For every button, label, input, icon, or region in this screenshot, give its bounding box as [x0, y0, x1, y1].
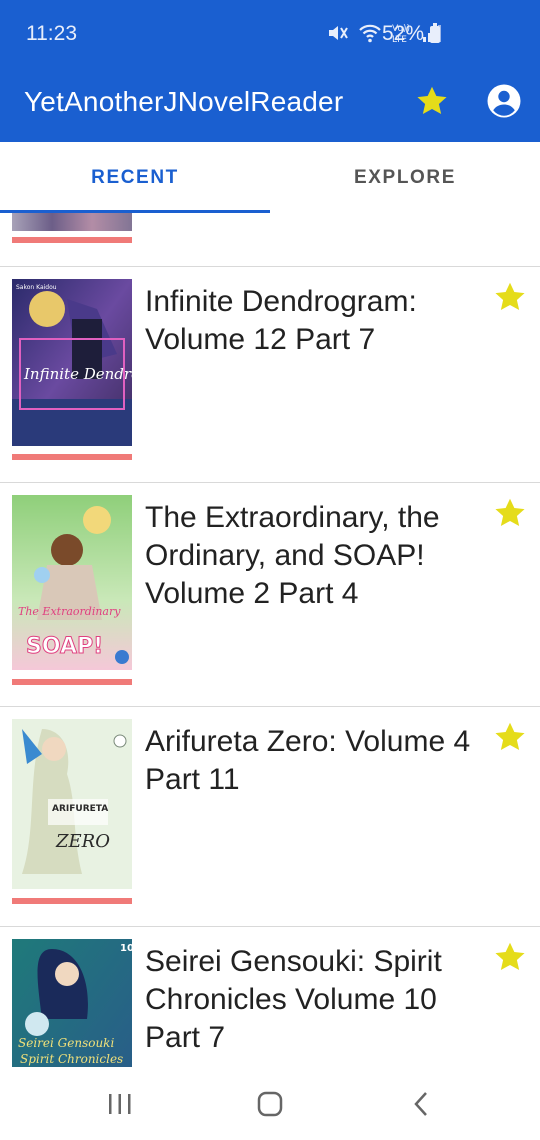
battery-percentage: 52% — [381, 22, 424, 45]
cover-title-text: Infinite Dendrogram — [23, 365, 132, 383]
list-item[interactable]: The Extraordinary SOAP! The Extraordinar… — [0, 483, 540, 706]
recent-apps-icon[interactable] — [100, 1087, 140, 1121]
tab-explore[interactable]: EXPLORE — [270, 142, 540, 214]
svg-text:ARIFURETA: ARIFURETA — [52, 804, 108, 814]
star-icon[interactable] — [492, 279, 528, 315]
item-title: Arifureta Zero: Volume 4 Part 11 — [145, 725, 471, 796]
list-item[interactable]: ARIFURETA ZERO Arifureta Zero: Volume 4 … — [0, 707, 540, 926]
home-icon[interactable] — [250, 1087, 290, 1121]
battery-icon — [430, 23, 440, 43]
item-title: Infinite Dendrogram: Volume 12 Part 7 — [145, 285, 417, 356]
back-icon[interactable] — [402, 1087, 442, 1121]
svg-text:The Extraordinary: The Extraordinary — [18, 605, 121, 618]
favorites-star-icon[interactable] — [414, 83, 450, 119]
tab-bar: RECENT EXPLORE — [0, 142, 540, 214]
cover-title-text: Seirei Gensouki — [18, 1036, 114, 1050]
cover-title-text: SOAP! — [26, 634, 103, 659]
wifi-icon — [358, 23, 382, 51]
cover-title-text: ZERO — [55, 831, 110, 852]
cover-image: The Extraordinary SOAP! — [12, 495, 132, 670]
cover-image: 10 Seirei Gensouki Spirit Chronicles — [12, 939, 132, 1067]
star-icon[interactable] — [492, 939, 528, 975]
app-bar: YetAnotherJNovelReader — [0, 70, 540, 142]
account-icon[interactable] — [486, 83, 522, 119]
reading-progress-bar — [12, 237, 132, 243]
cover-author-text: Sakon Kaidou — [16, 284, 57, 291]
item-title: Seirei Gensouki: Spirit Chronicles Volum… — [145, 945, 442, 1054]
reading-progress-bar — [12, 898, 132, 904]
svg-text:10: 10 — [120, 943, 132, 954]
reading-progress-bar — [12, 679, 132, 685]
recent-list[interactable]: Infinite Dendrogram Sakon Kaidou Infinit… — [0, 213, 540, 1067]
status-bar: 11:23 Vo)) LTE 52% — [0, 0, 540, 70]
cover-image: Infinite Dendrogram Sakon Kaidou — [12, 279, 132, 446]
svg-text:Spirit Chronicles: Spirit Chronicles — [20, 1052, 123, 1066]
star-icon[interactable] — [492, 719, 528, 755]
list-item[interactable]: Infinite Dendrogram Sakon Kaidou Infinit… — [0, 267, 540, 482]
partial-cover-image — [12, 213, 132, 231]
app-title: YetAnotherJNovelReader — [24, 86, 344, 117]
star-icon[interactable] — [492, 495, 528, 531]
system-nav-bar — [0, 1067, 540, 1140]
list-item[interactable]: 10 Seirei Gensouki Spirit Chronicles Sei… — [0, 927, 540, 1067]
tab-recent[interactable]: RECENT — [0, 142, 270, 214]
status-time: 11:23 — [26, 22, 77, 45]
mute-icon — [327, 23, 349, 51]
reading-progress-bar — [12, 454, 132, 460]
cover-image: ARIFURETA ZERO — [12, 719, 132, 889]
item-title: The Extraordinary, the Ordinary, and SOA… — [145, 501, 440, 610]
